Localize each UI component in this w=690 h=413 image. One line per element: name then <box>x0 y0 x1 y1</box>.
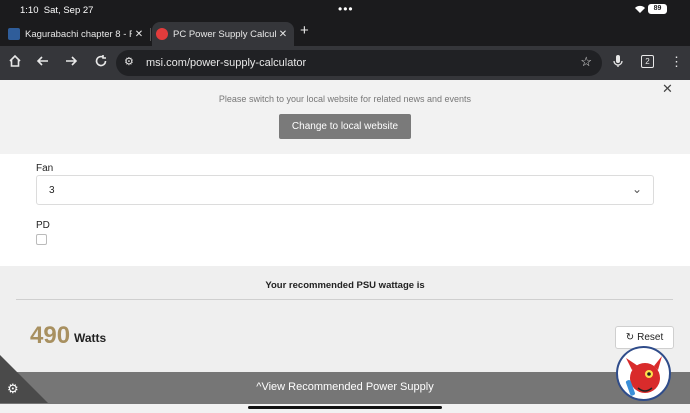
result-divider <box>16 299 673 300</box>
tab-title: Kagurabachi chapter 8 - Re <box>25 28 132 40</box>
site-favicon-icon <box>8 28 20 40</box>
locale-banner: Please switch to your local website for … <box>0 80 690 154</box>
multitask-dots-icon[interactable]: ••• <box>338 2 354 16</box>
tab-kagurabachi[interactable]: Kagurabachi chapter 8 - Re ✕ <box>8 22 150 46</box>
forward-arrow-icon[interactable] <box>64 54 78 72</box>
result-panel: Your recommended PSU wattage is 490 Watt… <box>0 266 690 372</box>
url-text: msi.com/power-supply-calculator <box>146 57 307 69</box>
more-menu-icon[interactable]: ⋮ <box>670 54 683 70</box>
msi-shield-icon <box>156 28 168 40</box>
browser-window: 1:10 Sat, Sep 27 ••• 89 Kagurabachi chap… <box>0 0 690 413</box>
back-arrow-icon[interactable] <box>36 54 50 72</box>
chevron-down-icon: ⌄ <box>631 182 642 196</box>
tab-close-icon[interactable]: ✕ <box>276 29 290 40</box>
new-tab-icon[interactable]: + <box>300 22 309 39</box>
view-recommended-label: ^View Recommended Power Supply <box>256 381 434 393</box>
gear-icon[interactable]: ⚙ <box>7 381 19 397</box>
calculator-form: Fan 3 ⌄ PD <box>0 154 690 266</box>
browser-toolbar: ⚙ msi.com/power-supply-calculator ☆ 2 ⋮ <box>0 46 690 80</box>
tab-divider <box>150 28 151 41</box>
bookmark-star-icon[interactable]: ☆ <box>580 54 592 70</box>
reset-label: Reset <box>637 332 664 343</box>
status-bar: 1:10 Sat, Sep 27 ••• 89 <box>0 0 690 20</box>
close-banner-icon[interactable]: ✕ <box>662 81 673 97</box>
pd-checkbox[interactable] <box>36 234 47 245</box>
wattage-unit: Watts <box>74 331 107 345</box>
result-heading: Your recommended PSU wattage is <box>265 280 425 291</box>
fan-select[interactable]: 3 ⌄ <box>36 175 654 205</box>
battery-icon: 89 <box>648 4 667 14</box>
pd-label: PD <box>36 220 50 231</box>
wifi-icon <box>634 4 646 17</box>
wattage-value: 490 <box>30 322 71 349</box>
tab-count-button[interactable]: 2 <box>641 55 654 68</box>
home-icon[interactable] <box>8 54 22 72</box>
reset-icon: ↻ <box>625 332 635 343</box>
reload-icon[interactable] <box>94 54 108 72</box>
mascot-avatar[interactable] <box>616 346 671 401</box>
address-bar[interactable]: ⚙ msi.com/power-supply-calculator ☆ <box>116 50 602 76</box>
fan-select-value: 3 <box>49 185 55 196</box>
site-settings-icon[interactable]: ⚙ <box>124 55 134 68</box>
fan-label: Fan <box>36 163 54 174</box>
status-time: 1:10 Sat, Sep 27 <box>20 5 94 16</box>
microphone-icon[interactable] <box>612 54 624 72</box>
view-recommended-bar[interactable]: ^View Recommended Power Supply <box>0 372 690 404</box>
tab-strip: Kagurabachi chapter 8 - Re ✕ PC Power Su… <box>0 20 690 46</box>
tab-psu-calculator[interactable]: PC Power Supply Calculato ✕ <box>152 22 294 46</box>
tab-title: PC Power Supply Calculato <box>173 28 276 40</box>
change-local-website-button[interactable]: Change to local website <box>279 114 411 139</box>
home-indicator[interactable] <box>248 406 442 409</box>
banner-message: Please switch to your local website for … <box>218 94 472 104</box>
tab-close-icon[interactable]: ✕ <box>132 29 146 40</box>
